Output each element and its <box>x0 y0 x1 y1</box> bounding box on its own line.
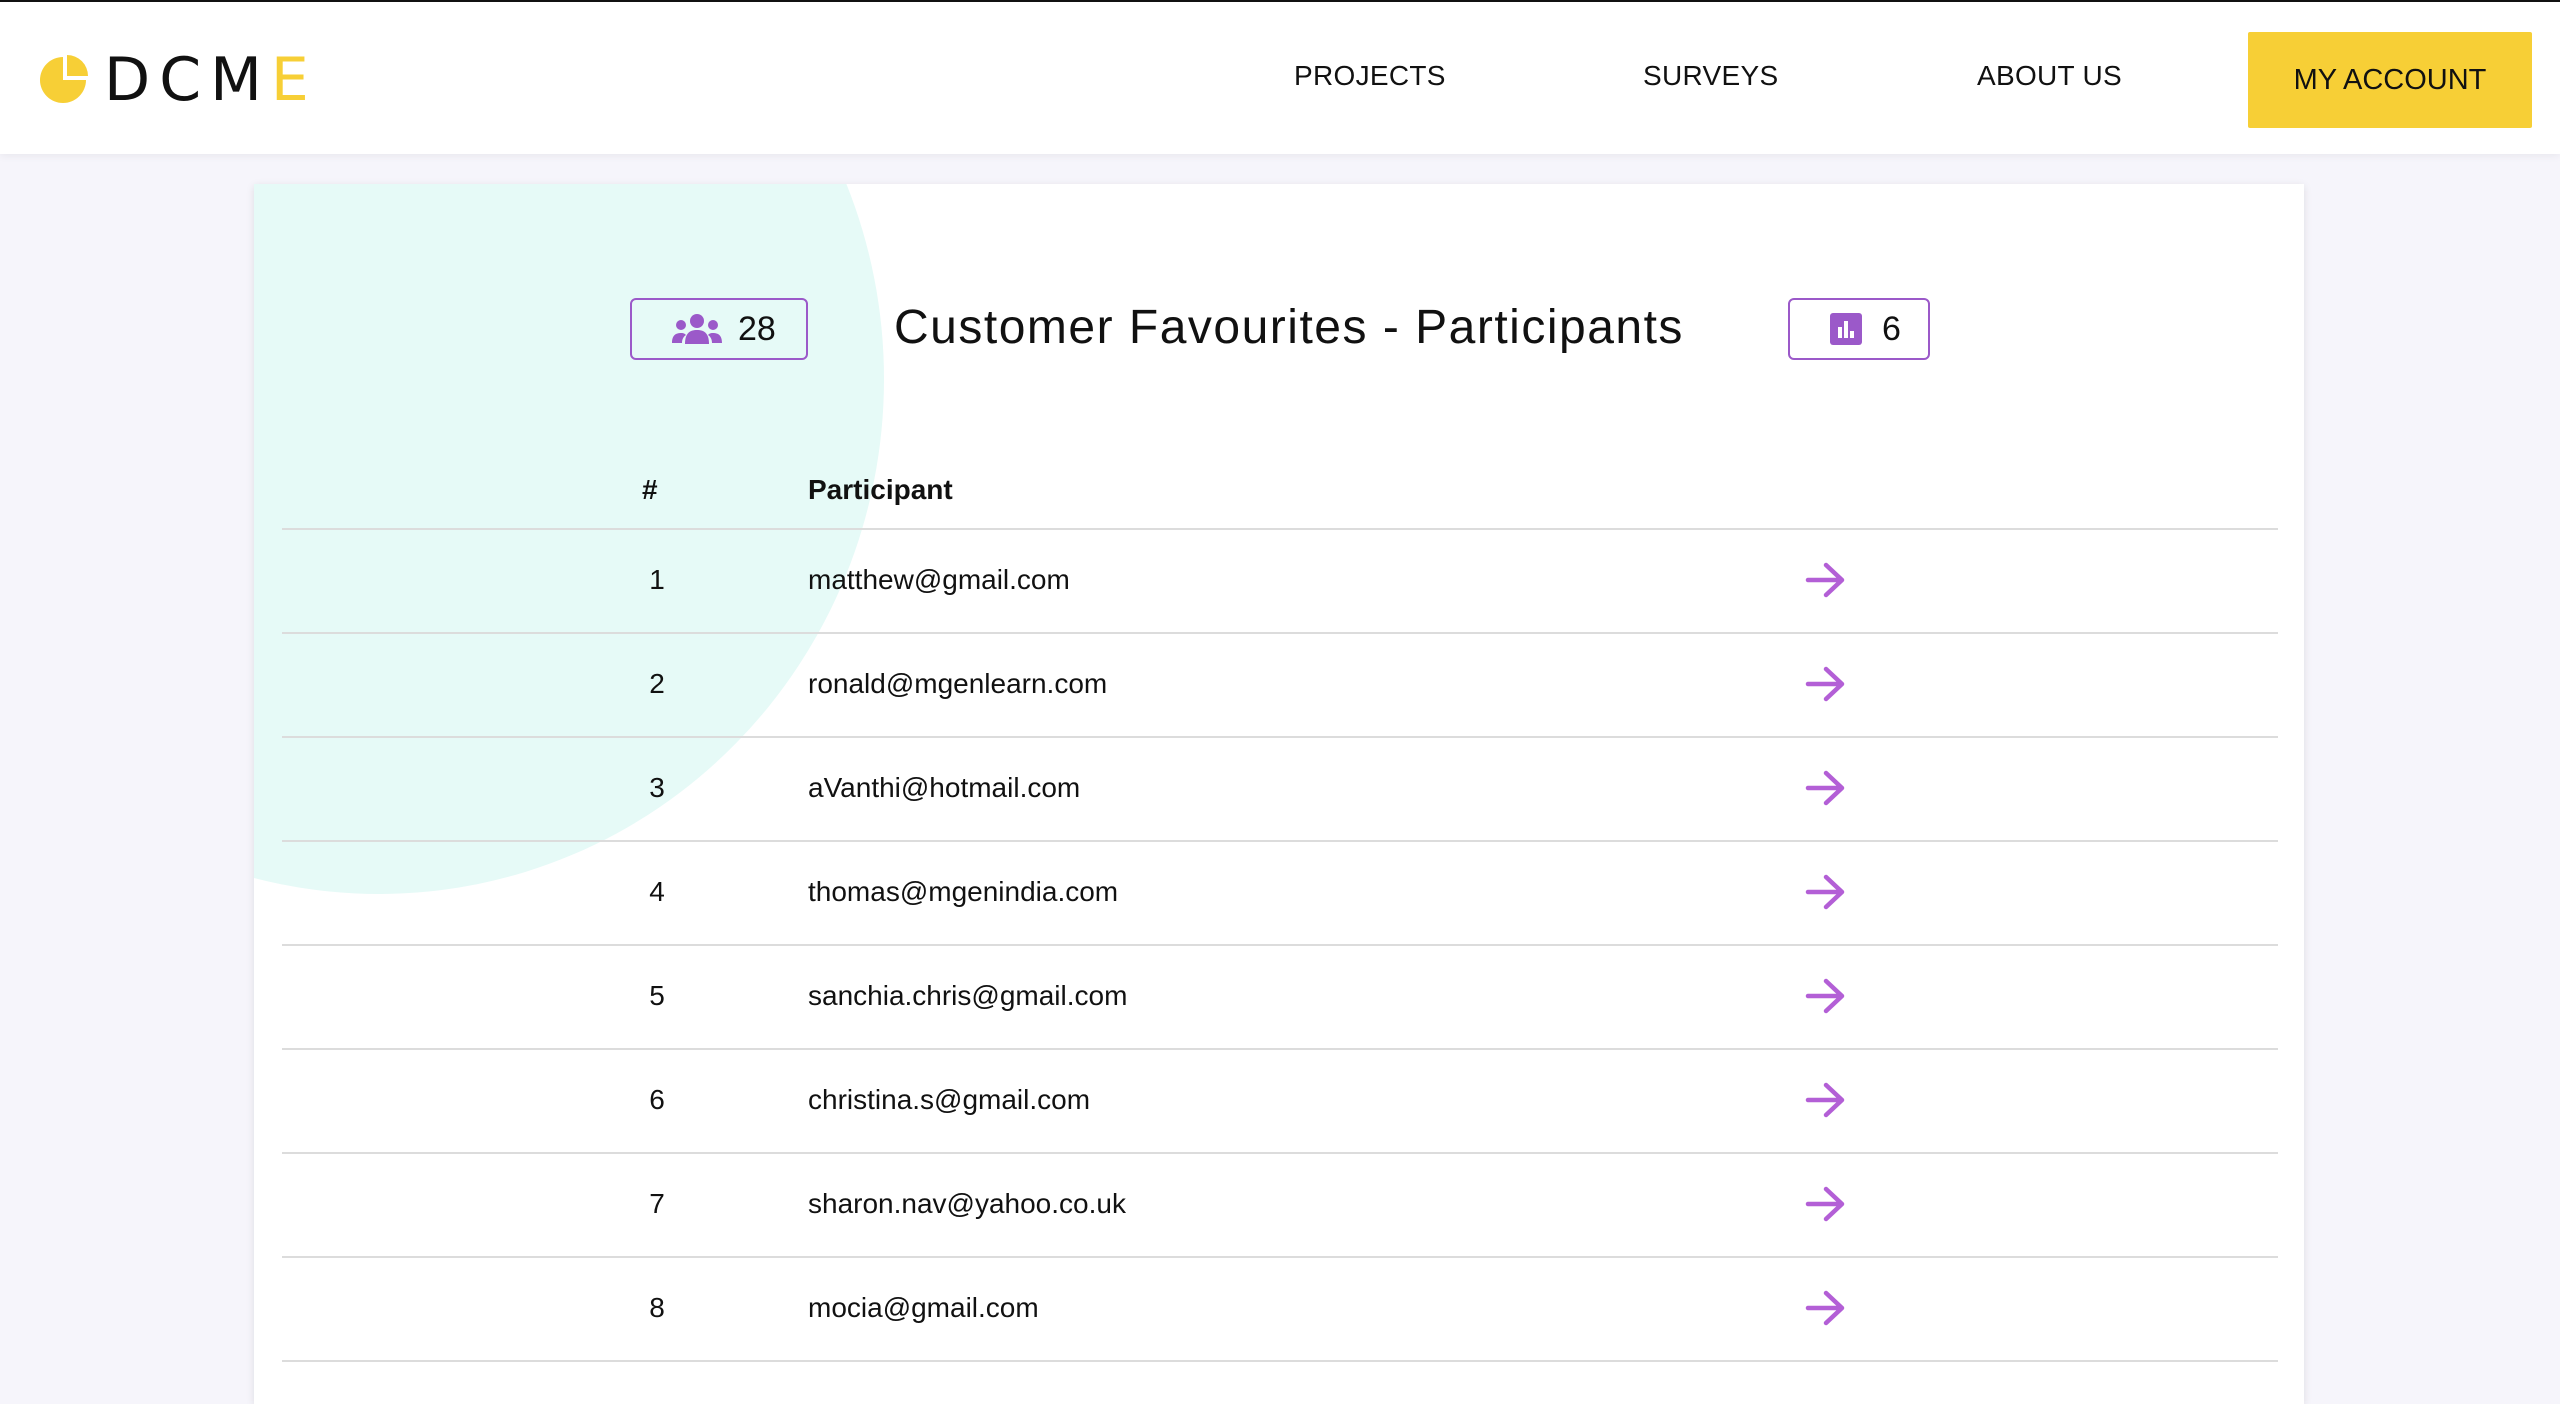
row-number: 4 <box>649 876 665 907</box>
participant-email: sharon.nav@yahoo.co.uk <box>808 1188 1126 1219</box>
table-body: 1 matthew@gmail.com 2 ronald@mgenlearn.c… <box>282 530 2278 1362</box>
top-navigation-bar: DCME PROJECTS SURVEYS ABOUT US MY ACCOUN… <box>0 0 2560 154</box>
participant-email: aVanthi@hotmail.com <box>808 772 1081 803</box>
participant-email: ronald@mgenlearn.com <box>808 668 1108 699</box>
arrow-right-icon[interactable] <box>1804 1288 1848 1328</box>
column-header-number: # <box>642 474 658 505</box>
arrow-right-icon[interactable] <box>1804 1080 1848 1120</box>
participant-email: matthew@gmail.com <box>808 564 1070 595</box>
dcme-logo[interactable]: DCME <box>36 50 318 110</box>
row-number: 1 <box>649 564 665 595</box>
arrow-right-icon[interactable] <box>1804 768 1848 808</box>
table-header: # Participant <box>282 474 2278 530</box>
row-number: 6 <box>649 1084 665 1115</box>
nav-projects[interactable]: PROJECTS <box>1294 60 1446 92</box>
row-number: 7 <box>649 1188 665 1219</box>
participant-email: sanchia.chris@gmail.com <box>808 980 1128 1011</box>
table-row: 4 thomas@mgenindia.com <box>282 842 2278 946</box>
pie-logo-icon <box>40 55 88 103</box>
row-number: 8 <box>649 1292 665 1323</box>
table-row: 2 ronald@mgenlearn.com <box>282 634 2278 738</box>
response-count: 6 <box>1882 309 1901 348</box>
arrow-right-icon[interactable] <box>1804 560 1848 600</box>
participants-card: 28 Customer Favourites - Participants 6 … <box>254 184 2304 1404</box>
users-group-icon <box>672 313 722 345</box>
table-row: 5 sanchia.chris@gmail.com <box>282 946 2278 1050</box>
bar-chart-icon <box>1830 313 1862 345</box>
page-title: Customer Favourites - Participants <box>894 301 1684 354</box>
participant-email: mocia@gmail.com <box>808 1292 1039 1323</box>
table-row: 8 mocia@gmail.com <box>282 1258 2278 1362</box>
nav-surveys[interactable]: SURVEYS <box>1643 60 1778 92</box>
column-header-participant: Participant <box>808 474 953 505</box>
logo-wordmark: DCME <box>104 45 318 115</box>
table-row: 6 christina.s@gmail.com <box>282 1050 2278 1154</box>
row-number: 3 <box>649 772 665 803</box>
row-number: 2 <box>649 668 665 699</box>
participants-table: # Participant 1 matthew@gmail.com 2 rona… <box>282 474 2278 1362</box>
arrow-right-icon[interactable] <box>1804 664 1848 704</box>
participant-email: christina.s@gmail.com <box>808 1084 1091 1115</box>
table-row: 3 aVanthi@hotmail.com <box>282 738 2278 842</box>
participant-count-badge: 28 <box>630 298 808 360</box>
response-count-badge: 6 <box>1788 298 1930 360</box>
arrow-right-icon[interactable] <box>1804 976 1848 1016</box>
nav-about-us[interactable]: ABOUT US <box>1977 60 2122 92</box>
participant-email: thomas@mgenindia.com <box>808 876 1119 907</box>
arrow-right-icon[interactable] <box>1804 1184 1848 1224</box>
my-account-button[interactable]: MY ACCOUNT <box>2248 32 2532 128</box>
arrow-right-icon[interactable] <box>1804 872 1848 912</box>
participant-count: 28 <box>738 309 776 348</box>
table-row: 7 sharon.nav@yahoo.co.uk <box>282 1154 2278 1258</box>
row-number: 5 <box>649 980 665 1011</box>
table-row: 1 matthew@gmail.com <box>282 530 2278 634</box>
